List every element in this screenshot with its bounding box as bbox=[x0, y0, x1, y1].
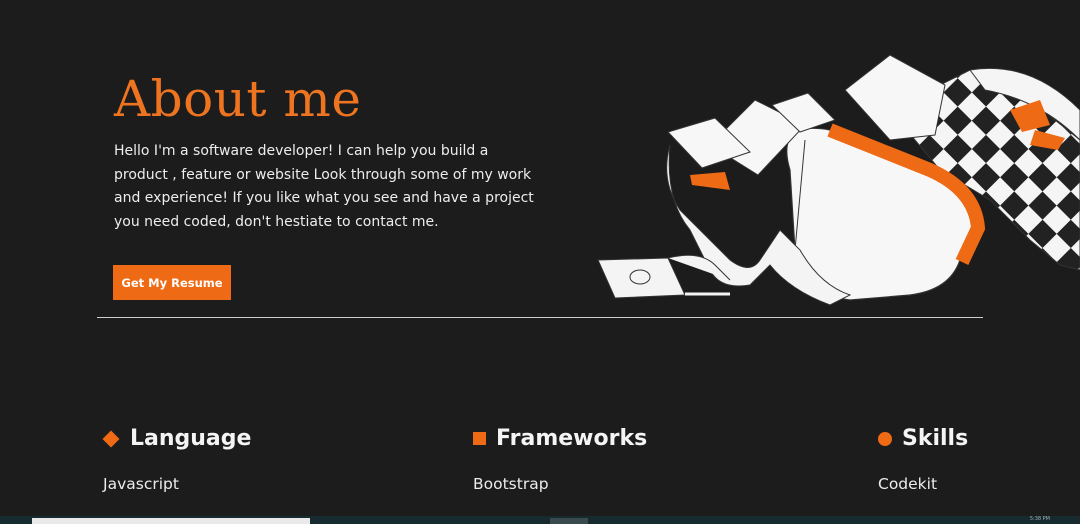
framework-item: Bootstrap bbox=[473, 475, 549, 493]
about-title: About me bbox=[114, 70, 362, 128]
os-taskbar: 5:38 PM bbox=[0, 516, 1080, 524]
skills-heading: Skills bbox=[902, 426, 969, 451]
language-item: Javascript bbox=[103, 475, 179, 493]
circle-icon bbox=[878, 431, 892, 446]
taskbar-app-button[interactable] bbox=[550, 518, 588, 524]
section-divider bbox=[97, 317, 983, 318]
language-heading: Language bbox=[130, 426, 252, 451]
taskbar-search-box[interactable] bbox=[32, 518, 310, 524]
about-description: Hello I'm a software developer! I can he… bbox=[114, 143, 534, 230]
frameworks-heading: Frameworks bbox=[496, 426, 648, 451]
laptop-paper-illustration bbox=[597, 54, 1080, 306]
skill-item: Codekit bbox=[878, 475, 938, 493]
language-column: Language Javascript bbox=[102, 426, 252, 493]
diamond-icon bbox=[102, 430, 120, 447]
square-icon bbox=[473, 432, 486, 445]
taskbar-clock: 5:38 PM bbox=[1029, 516, 1050, 522]
get-resume-button[interactable]: Get My Resume bbox=[113, 265, 231, 300]
frameworks-column: Frameworks Bootstrap bbox=[473, 426, 647, 493]
skills-column: Skills Codekit bbox=[878, 426, 968, 493]
